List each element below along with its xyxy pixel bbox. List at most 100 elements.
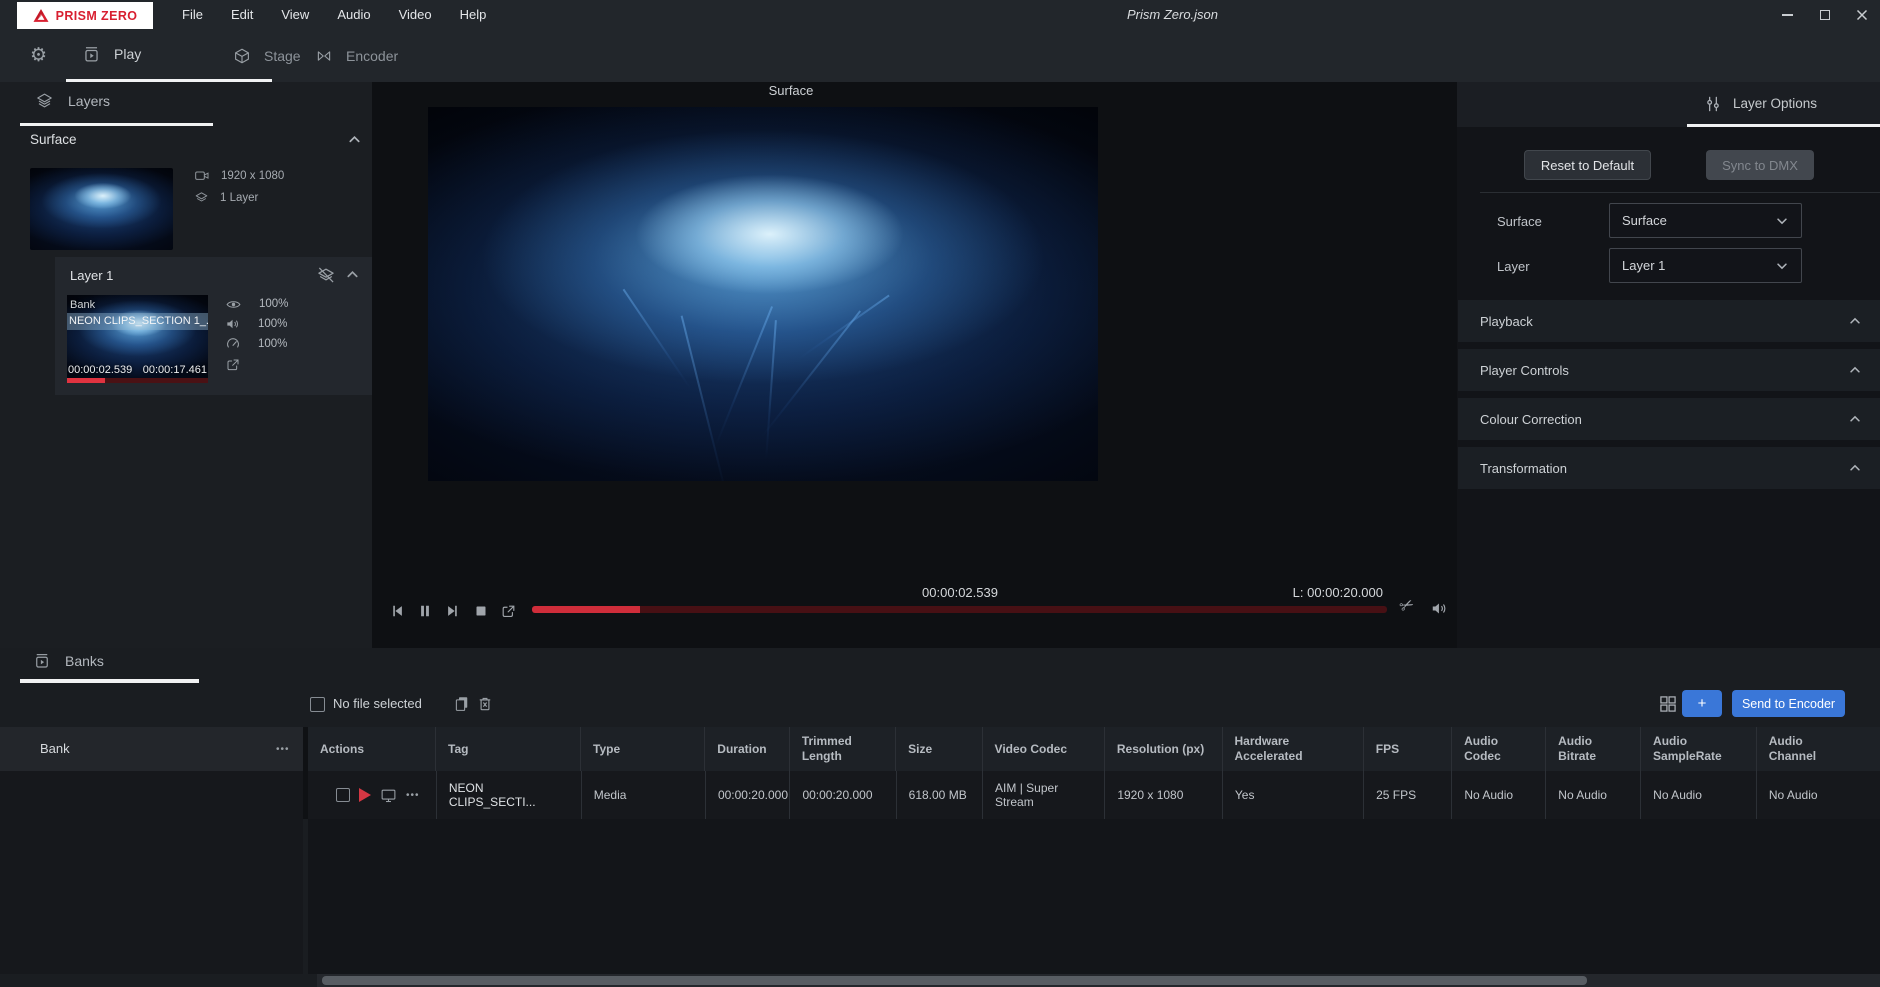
layer-options-underline [1687, 124, 1880, 127]
layer-options-header[interactable]: Layer Options [1457, 82, 1880, 127]
chevron-up-icon [1848, 363, 1862, 377]
column-header-type[interactable]: Type [580, 727, 704, 771]
sliders-icon [1703, 94, 1723, 114]
trim-scissors-icon[interactable]: ✂ [1396, 594, 1417, 618]
tab-stage-label: Stage [264, 48, 301, 64]
layer-hidden-icon[interactable] [316, 265, 336, 285]
chevron-down-icon [1775, 259, 1789, 273]
menu-audio[interactable]: Audio [323, 0, 384, 29]
clip-time-out: 00:00:17.461 [143, 364, 207, 376]
menu-help[interactable]: Help [446, 0, 501, 29]
layer-select[interactable]: Layer 1 [1609, 248, 1802, 283]
timeline-scrubber[interactable] [532, 606, 1387, 613]
row-more-options-icon[interactable]: ••• [406, 790, 420, 801]
timeline-progress-fill [532, 606, 640, 613]
banks-panel-title: Banks [65, 653, 104, 669]
prism-logo-icon [33, 8, 49, 23]
app-window: PRISM ZERO File Edit View Audio Video He… [0, 0, 1880, 987]
delete-trash-icon[interactable] [476, 695, 494, 713]
window-controls [1769, 0, 1880, 29]
play-tab-icon [82, 45, 101, 64]
close-button[interactable] [1843, 0, 1880, 29]
surface-select-value: Surface [1622, 213, 1667, 228]
section-player-controls-label: Player Controls [1480, 363, 1569, 378]
skip-end-button[interactable] [444, 602, 462, 620]
table-row[interactable]: ••• NEON CLIPS_SECTI... Media 00:00:20.0… [308, 771, 1880, 819]
more-options-icon[interactable]: ••• [276, 744, 290, 755]
tab-encoder[interactable]: Encoder [307, 29, 406, 82]
row-type-cell: Media [581, 771, 705, 819]
duplicate-icon[interactable] [453, 695, 471, 713]
maximize-button[interactable] [1806, 0, 1843, 29]
layer-speed-row: 100% [225, 334, 287, 354]
chevron-up-icon [1848, 461, 1862, 475]
chevron-up-icon[interactable] [345, 267, 360, 282]
clip-progress-fill [67, 378, 105, 383]
transport-controls [388, 602, 517, 620]
video-canvas[interactable] [428, 107, 1098, 481]
minimize-button[interactable] [1769, 0, 1806, 29]
row-checkbox[interactable] [336, 788, 350, 802]
reset-to-default-button[interactable]: Reset to Default [1524, 150, 1651, 180]
section-transformation[interactable]: Transformation [1458, 447, 1880, 489]
surface-section-header[interactable]: Surface [30, 132, 362, 147]
column-header-actions[interactable]: Actions [308, 727, 435, 771]
column-header-fps[interactable]: FPS [1363, 727, 1451, 771]
speaker-icon[interactable] [225, 316, 241, 332]
layer-1-block: Layer 1 Bank NEON CLIPS_SECTION 1_... 00… [55, 257, 372, 395]
column-header-size[interactable]: Size [895, 727, 981, 771]
chevron-up-icon[interactable] [347, 132, 362, 147]
horizontal-scrollbar[interactable] [317, 974, 1880, 987]
column-header-video-codec[interactable]: Video Codec [982, 727, 1104, 771]
banks-panel-tab[interactable]: Banks [33, 652, 104, 670]
eye-icon[interactable] [225, 296, 242, 313]
surface-thumbnail[interactable] [30, 168, 173, 250]
column-header-audio-channel[interactable]: Audio Channel [1756, 727, 1880, 771]
loop-export-button[interactable] [500, 603, 517, 620]
row-trimmed-length-cell: 00:00:20.000 [789, 771, 895, 819]
clip-card[interactable]: Bank NEON CLIPS_SECTION 1_... 00:00:02.5… [67, 295, 208, 383]
bank-list-area[interactable] [0, 771, 303, 974]
section-player-controls[interactable]: Player Controls [1458, 349, 1880, 391]
surface-select[interactable]: Surface [1609, 203, 1802, 238]
menu-view[interactable]: View [267, 0, 323, 29]
section-playback[interactable]: Playback [1458, 300, 1880, 342]
section-colour-correction[interactable]: Colour Correction [1458, 398, 1880, 440]
stop-button[interactable] [472, 602, 490, 620]
menu-edit[interactable]: Edit [217, 0, 267, 29]
main-tabbar: ⚙ Play Stage Encoder [0, 29, 1880, 82]
grid-view-icon[interactable] [1658, 694, 1678, 714]
send-to-encoder-button[interactable]: Send to Encoder [1732, 690, 1845, 717]
column-header-tag[interactable]: Tag [435, 727, 580, 771]
column-header-audio-codec[interactable]: Audio Codec [1451, 727, 1545, 771]
layers-panel-tab[interactable]: Layers [35, 91, 110, 110]
column-header-audio-samplerate[interactable]: Audio SampleRate [1640, 727, 1756, 771]
column-header-duration[interactable]: Duration [704, 727, 789, 771]
divider [1480, 192, 1880, 193]
media-table-header: Actions Tag Type Duration Trimmed Length… [308, 727, 1880, 771]
app-logo[interactable]: PRISM ZERO [17, 2, 153, 29]
select-all-checkbox[interactable] [310, 697, 325, 712]
sync-to-dmx-button[interactable]: Sync to DMX [1706, 150, 1814, 180]
speaker-icon[interactable] [1430, 599, 1449, 618]
settings-gear-icon[interactable]: ⚙ [30, 29, 47, 82]
row-audio-bitrate-cell: No Audio [1545, 771, 1640, 819]
skip-start-button[interactable] [388, 602, 406, 620]
column-header-audio-bitrate[interactable]: Audio Bitrate [1545, 727, 1640, 771]
column-header-resolution[interactable]: Resolution (px) [1104, 727, 1222, 771]
add-bank-button[interactable]: + [1682, 690, 1722, 717]
column-header-hardware-accelerated[interactable]: Hardware Accelerated [1222, 727, 1363, 771]
menu-file[interactable]: File [168, 0, 217, 29]
tab-stage[interactable]: Stage [225, 29, 309, 82]
menu-video[interactable]: Video [385, 0, 446, 29]
pause-button[interactable] [416, 602, 434, 620]
horizontal-scrollbar-thumb[interactable] [322, 976, 1587, 985]
media-table: Actions Tag Type Duration Trimmed Length… [308, 727, 1880, 819]
speed-gauge-icon[interactable] [225, 336, 241, 352]
layer-select-label: Layer [1497, 259, 1530, 274]
row-play-icon[interactable] [359, 788, 371, 802]
preview-title: Surface [769, 83, 814, 98]
column-header-trimmed-length[interactable]: Trimmed Length [789, 727, 895, 771]
share-export-icon[interactable] [225, 357, 241, 373]
row-monitor-icon[interactable] [380, 787, 397, 804]
